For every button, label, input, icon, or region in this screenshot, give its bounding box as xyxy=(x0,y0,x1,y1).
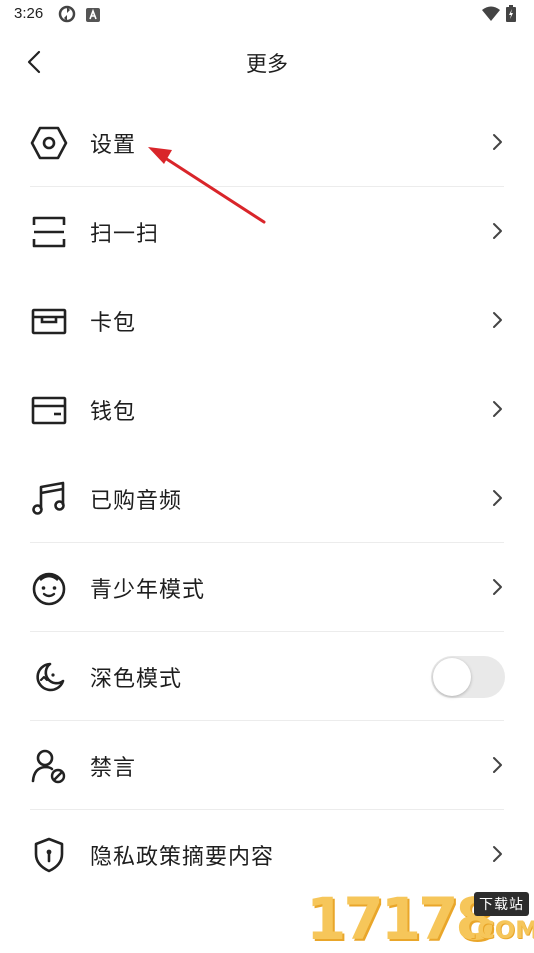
menu-item-label: 钱包 xyxy=(90,400,137,425)
child-face-icon xyxy=(30,570,68,606)
toggle-knob xyxy=(433,658,471,696)
watermark-badge: 下载站 xyxy=(474,892,529,916)
wifi-icon xyxy=(482,6,500,25)
menu-item-scan[interactable]: 扫一扫 xyxy=(0,187,534,276)
chevron-right-icon xyxy=(488,220,506,242)
watermark-number: 17178 xyxy=(306,885,496,953)
user-muted-icon xyxy=(30,748,68,784)
menu-item-label: 扫一扫 xyxy=(90,222,160,247)
chevron-right-icon xyxy=(488,309,506,331)
music-note-icon xyxy=(30,481,68,517)
watermark-logo: 17178 下载站 .COM xyxy=(306,888,534,950)
status-time: 3:26 xyxy=(14,5,44,22)
privacy-shield-icon xyxy=(30,837,68,873)
a-notification-icon xyxy=(86,7,100,26)
chevron-right-icon xyxy=(488,754,506,776)
menu-item-wallet[interactable]: 钱包 xyxy=(0,365,534,454)
menu-item-card-wallet[interactable]: 卡包 xyxy=(0,276,534,365)
battery-charging-icon xyxy=(506,5,516,26)
chevron-right-icon xyxy=(488,487,506,509)
status-bar: 3:26 xyxy=(0,0,534,28)
menu-item-dark-mode: 深色模式 xyxy=(0,632,534,721)
menu-item-settings[interactable]: 设置 xyxy=(0,98,534,187)
card-wallet-icon xyxy=(30,303,68,339)
wallet-icon xyxy=(30,392,68,428)
nav-bar: 更多 xyxy=(0,38,534,86)
chevron-right-icon xyxy=(488,843,506,865)
menu-item-purchased-audio[interactable]: 已购音频 xyxy=(0,454,534,543)
sync-icon xyxy=(58,5,76,27)
menu-item-label: 隐私政策摘要内容 xyxy=(90,845,275,870)
dark-mode-toggle[interactable] xyxy=(431,656,505,698)
watermark-domain: .COM xyxy=(468,916,534,944)
chevron-right-icon xyxy=(488,131,506,153)
menu-list: 设置 扫一扫 卡包 钱包 已购音频 青少年模式 深色模式 禁言 隐私政策摘要内容 xyxy=(0,98,534,899)
menu-item-mute[interactable]: 禁言 xyxy=(0,721,534,810)
menu-item-label: 深色模式 xyxy=(90,667,183,692)
menu-item-label: 卡包 xyxy=(90,311,137,336)
settings-hex-icon xyxy=(30,125,68,161)
menu-item-label: 禁言 xyxy=(90,756,137,781)
page-title: 更多 xyxy=(246,52,288,76)
dark-mode-moon-icon xyxy=(30,659,68,695)
menu-item-label: 已购音频 xyxy=(90,489,183,514)
menu-item-teen-mode[interactable]: 青少年模式 xyxy=(0,543,534,632)
chevron-right-icon xyxy=(488,576,506,598)
chevron-right-icon xyxy=(488,398,506,420)
menu-item-label: 青少年模式 xyxy=(90,578,206,603)
menu-item-label: 设置 xyxy=(90,133,137,158)
scan-icon xyxy=(30,214,68,250)
